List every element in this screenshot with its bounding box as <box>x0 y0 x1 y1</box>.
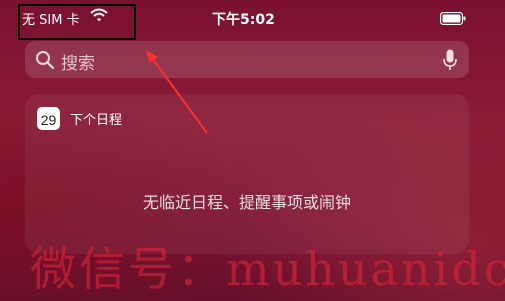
watermark: 微信号：muhuanidc <box>30 242 505 296</box>
search-placeholder: 搜索 <box>61 54 95 74</box>
calendar-day-number: 29 <box>40 112 57 128</box>
lock-screen-today-view: 无 SIM 卡 下午5:02 搜索 29 下个日程 无临近日程、提醒事项或闹钟 … <box>0 0 505 301</box>
search-field[interactable]: 搜索 <box>25 41 469 78</box>
empty-state-message: 无临近日程、提醒事项或闹钟 <box>142 193 351 212</box>
clock-label: 下午5:02 <box>212 12 275 28</box>
mic-icon[interactable] <box>443 49 457 71</box>
status-bar: 无 SIM 卡 下午5:02 <box>0 0 505 40</box>
widget-title: 下个日程 <box>70 113 123 128</box>
calendar-widget[interactable]: 29 下个日程 无临近日程、提醒事项或闹钟 <box>25 94 469 254</box>
annotation-highlight-box <box>18 4 136 40</box>
search-icon <box>36 51 55 70</box>
calendar-icon: 29 <box>37 107 60 130</box>
battery-icon <box>440 12 466 25</box>
